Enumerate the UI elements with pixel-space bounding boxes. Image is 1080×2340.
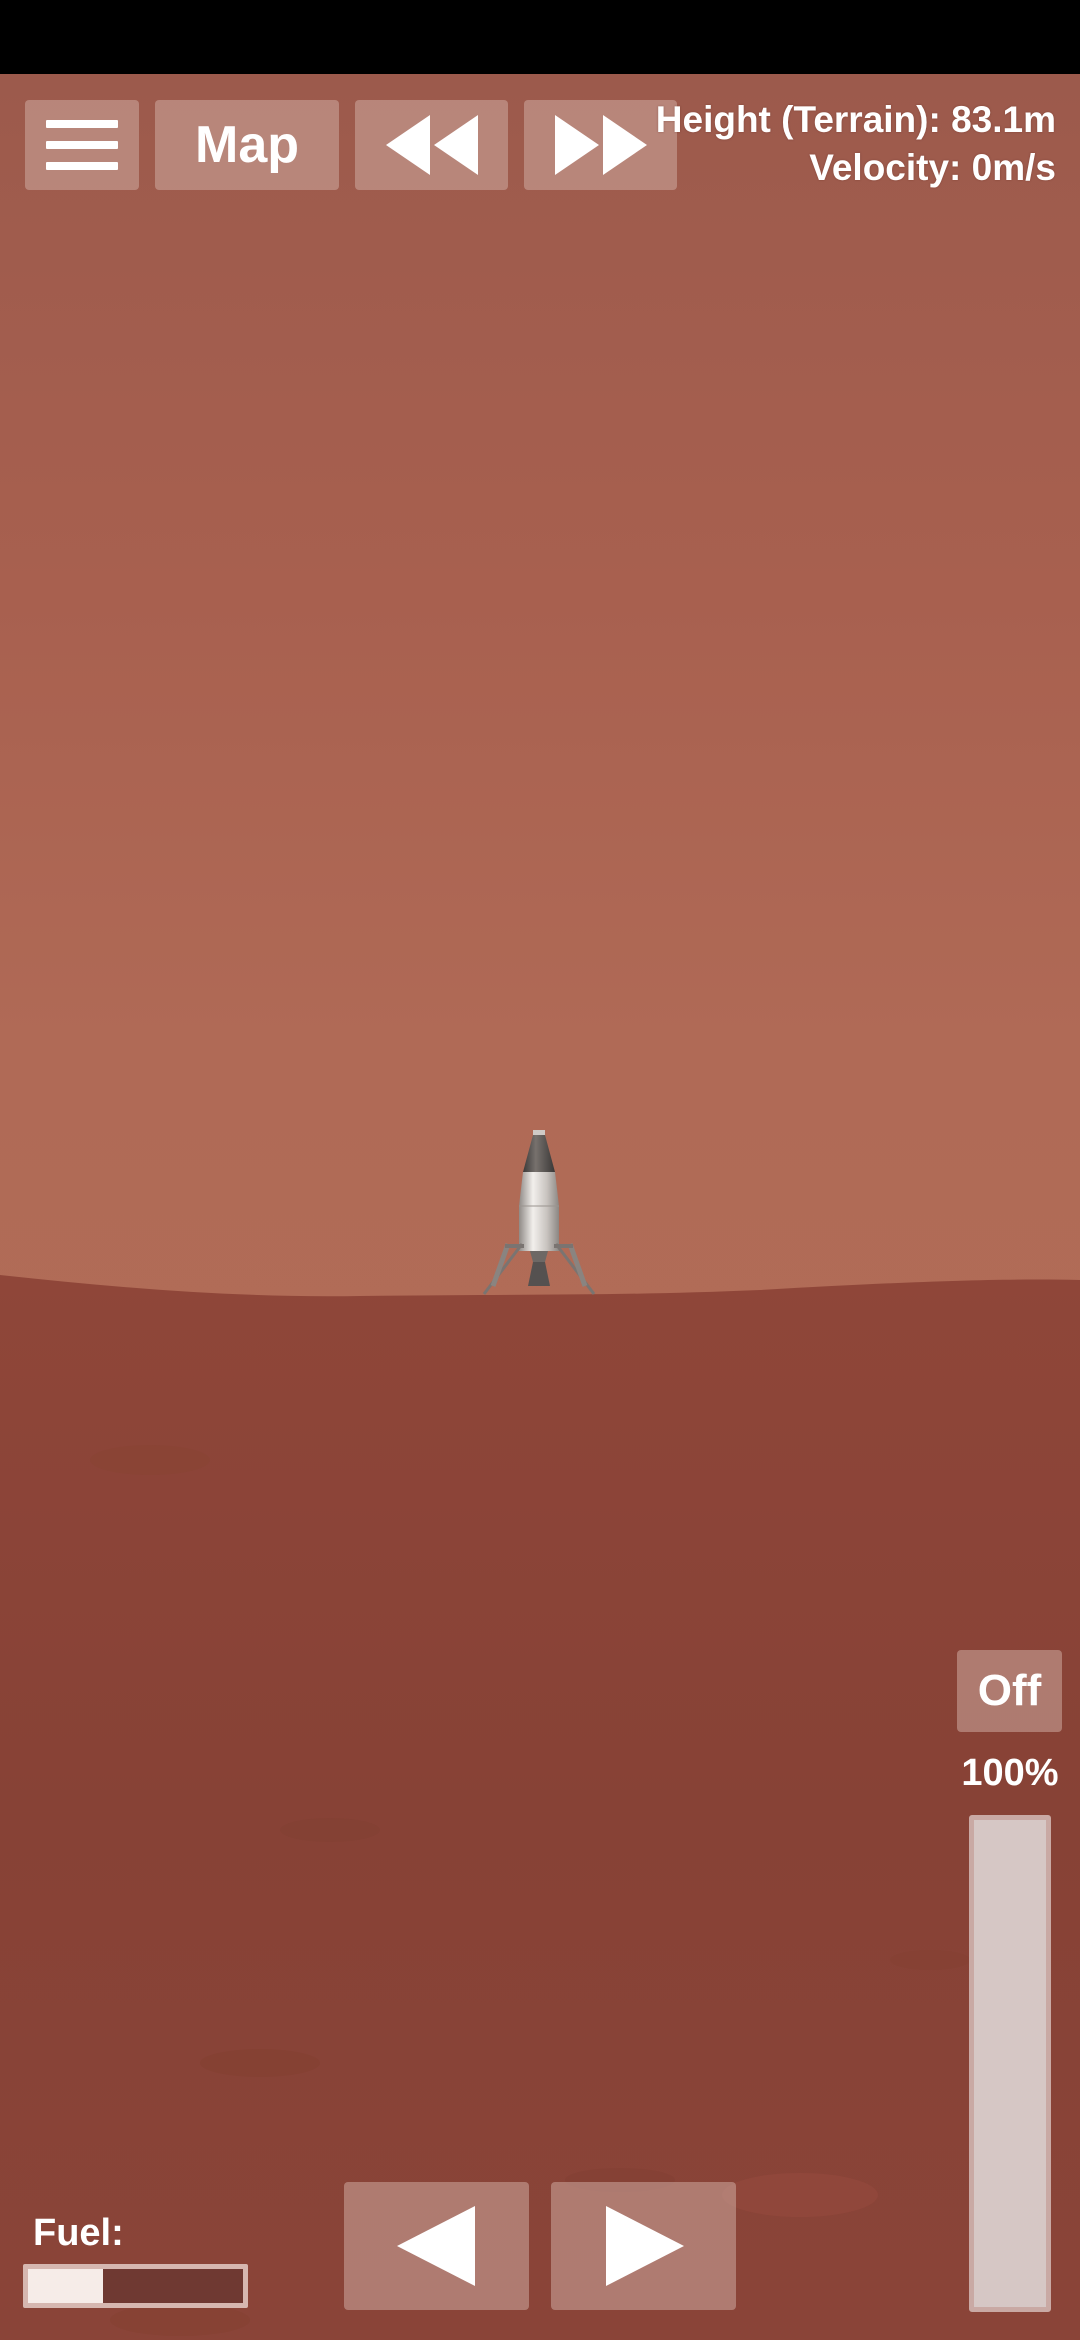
height-readout: Height (Terrain): 83.1m (655, 99, 1056, 140)
throttle-percent: 100% (961, 1752, 1059, 1794)
velocity-readout: Velocity: 0m/s (809, 147, 1056, 188)
rotate-right-button[interactable] (551, 2182, 736, 2310)
throttle-fill (974, 1820, 1046, 2307)
status-bar (0, 0, 1080, 74)
engine-toggle-label: Off (977, 1666, 1042, 1715)
planet-surface (0, 1260, 1080, 2340)
fuel-fill (28, 2269, 104, 2303)
menu-button[interactable] (25, 100, 139, 190)
rewind-icon (385, 115, 478, 175)
fuel-gauge (23, 2264, 248, 2308)
triangle-left-icon (396, 2206, 475, 2286)
rotate-left-button[interactable] (344, 2182, 529, 2310)
fast-forward-button[interactable] (524, 100, 677, 190)
rewind-button[interactable] (355, 100, 508, 190)
fast-forward-icon (554, 115, 647, 175)
triangle-right-icon (605, 2206, 684, 2286)
lander-rocket (478, 1126, 600, 1298)
map-button-label: Map (195, 116, 299, 174)
fuel-label: Fuel: (33, 2212, 124, 2254)
map-button[interactable]: Map (155, 100, 339, 190)
engine-toggle-button[interactable]: Off (957, 1650, 1062, 1732)
hamburger-menu-icon (46, 120, 118, 170)
throttle-slider[interactable] (969, 1815, 1051, 2312)
telemetry-readout: Height (Terrain): 83.1m Velocity: 0m/s (656, 96, 1056, 192)
